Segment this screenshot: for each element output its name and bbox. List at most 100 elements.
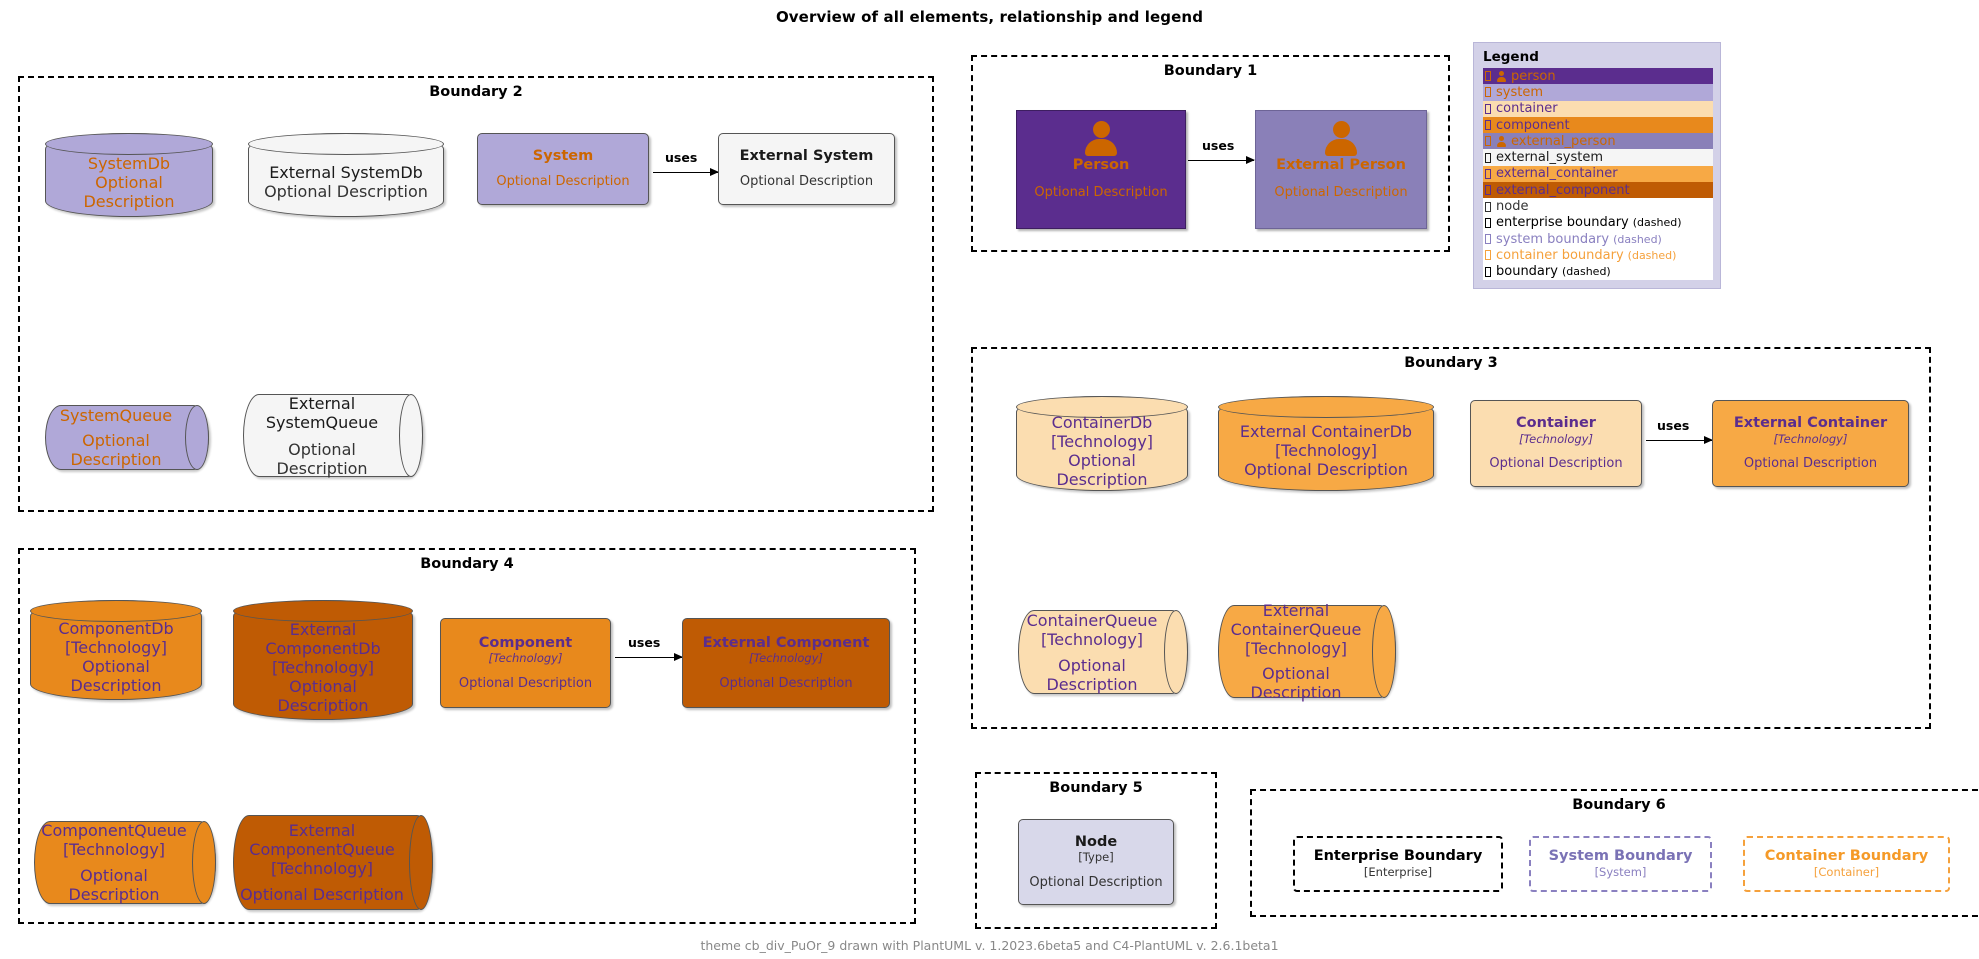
element-description: Optional Description [70, 431, 162, 469]
person-icon [1321, 121, 1361, 156]
element-enterprise-boundary[interactable]: Enterprise Boundary [Enterprise] [1293, 836, 1503, 892]
legend-item: system [1483, 84, 1713, 101]
element-external-container-queue[interactable]: External ContainerQueue [Technology] Opt… [1218, 601, 1396, 702]
element-description: Optional Description [1250, 664, 1342, 702]
tofu-glyph-icon [1485, 168, 1491, 179]
legend-item-label: component [1496, 117, 1570, 133]
element-component-db[interactable]: ComponentDb [Technology] Optional Descri… [30, 600, 202, 700]
tofu-glyph-icon [1485, 185, 1491, 196]
boundary-5-title: Boundary 5 [1049, 780, 1143, 796]
element-technology: [Type] [1078, 850, 1114, 865]
element-technology: [Technology] [488, 651, 563, 666]
element-description: Optional Description [739, 174, 874, 190]
element-description: Optional Description [1034, 185, 1168, 201]
element-name: External Person [1276, 157, 1406, 173]
diagram-canvas: Overview of all elements, relationship a… [0, 0, 1979, 959]
element-name: ContainerQueue [1026, 610, 1158, 630]
element-description: Optional Description [1029, 874, 1163, 890]
element-external-person[interactable]: External Person Optional Description [1255, 110, 1427, 229]
legend-item-label: enterprise boundary [1496, 215, 1629, 231]
relationship-person-uses-external-person [1188, 156, 1255, 164]
element-name: Container [1516, 415, 1596, 432]
element-name: External ContainerQueue [1230, 601, 1362, 639]
element-container-boundary[interactable]: Container Boundary [Container] [1743, 836, 1950, 892]
element-technology: [Technology] [271, 657, 375, 677]
legend-item-label: external_person [1511, 133, 1616, 149]
element-technology: [Technology] [749, 651, 823, 666]
element-component-queue[interactable]: ComponentQueue [Technology] Optional Des… [34, 821, 216, 904]
element-technology: [Technology] [270, 859, 374, 878]
element-name: ContainerDb [1051, 412, 1153, 432]
legend-panel: Legend person system container component ext… [1473, 42, 1721, 289]
legend-item-sublabel: (dashed) [1632, 216, 1682, 230]
tofu-glyph-icon [1485, 266, 1491, 277]
element-container-queue[interactable]: ContainerQueue [Technology] Optional Des… [1018, 610, 1188, 694]
legend-item: external_container [1483, 165, 1713, 183]
tofu-glyph-icon [1485, 201, 1491, 212]
legend-item: external_component [1483, 182, 1713, 199]
element-name: External ComponentDb [265, 619, 381, 658]
element-component[interactable]: Component [Technology] Optional Descript… [440, 618, 611, 708]
legend-title: Legend [1483, 49, 1539, 65]
element-name: System Boundary [1548, 847, 1693, 864]
element-technology: [Technology] [1519, 431, 1593, 446]
element-external-system-db[interactable]: External SystemDb Optional Description [248, 133, 444, 217]
element-system-queue[interactable]: SystemQueue Optional Description [45, 405, 209, 470]
element-system[interactable]: System Optional Description [477, 133, 649, 205]
legend-item-label: external_system [1496, 150, 1603, 166]
tofu-glyph-icon [1485, 234, 1491, 245]
element-name: Enterprise Boundary [1313, 847, 1483, 864]
legend-item-label: system [1496, 84, 1543, 100]
relationship-label: uses [1657, 418, 1690, 433]
element-person[interactable]: Person Optional Description [1016, 110, 1186, 229]
legend-item-label: external_container [1496, 166, 1618, 182]
relationship-label: uses [628, 635, 661, 650]
element-name: External Component [702, 634, 870, 651]
tofu-glyph-icon [1485, 250, 1491, 261]
page-title: Overview of all elements, relationship a… [775, 8, 1204, 26]
relationship-system-uses-external-system [653, 168, 719, 176]
diagram-footer: theme cb_div_PuOr_9 drawn with PlantUML … [700, 938, 1279, 953]
legend-rows: person system container component external_p… [1483, 68, 1713, 280]
element-external-container[interactable]: External Container [Technology] Optional… [1712, 400, 1909, 487]
legend-item-sublabel: (dashed) [1627, 248, 1677, 262]
element-node[interactable]: Node [Type] Optional Description [1018, 819, 1174, 905]
tofu-glyph-icon [1485, 120, 1491, 131]
element-name: External SystemDb [269, 163, 423, 182]
element-external-system-queue[interactable]: External SystemQueue Optional Descriptio… [243, 394, 423, 478]
element-external-container-db[interactable]: External ContainerDb [Technology] Option… [1218, 396, 1434, 491]
element-description: Optional Description [1046, 655, 1138, 694]
legend-item-label: container [1496, 101, 1558, 117]
element-external-component-queue[interactable]: External ComponentQueue [Technology] Opt… [233, 815, 433, 910]
element-name: External System [739, 148, 874, 165]
element-external-system[interactable]: External System Optional Description [718, 133, 895, 205]
relationship-container-uses-external-container [1646, 436, 1713, 444]
element-system-db[interactable]: SystemDb Optional Description [45, 133, 213, 217]
element-name: External ComponentQueue [249, 821, 395, 859]
element-technology: [Technology] [1244, 639, 1348, 658]
element-description: Optional Description [68, 866, 160, 904]
tofu-glyph-icon [1485, 87, 1491, 98]
legend-item: boundary (dashed) [1483, 263, 1713, 280]
element-system-boundary[interactable]: System Boundary [System] [1529, 836, 1712, 892]
legend-item-label: person [1511, 68, 1556, 84]
element-container-db[interactable]: ContainerDb [Technology] Optional Descri… [1016, 396, 1188, 491]
element-type: [System] [1594, 864, 1647, 879]
element-name: ComponentQueue [41, 821, 187, 840]
relationship-label: uses [1202, 138, 1235, 153]
element-name: Container Boundary [1764, 847, 1929, 864]
element-name: Person [1072, 157, 1130, 173]
relationship-component-uses-external-component [615, 653, 683, 661]
tofu-glyph-icon [1485, 71, 1491, 82]
element-container[interactable]: Container [Technology] Optional Descript… [1470, 400, 1642, 487]
legend-item: external_system [1483, 149, 1713, 166]
element-external-component[interactable]: External Component [Technology] Optional… [682, 618, 890, 708]
element-name: SystemQueue [59, 406, 173, 425]
legend-item-sublabel: (dashed) [1613, 232, 1662, 246]
element-external-component-db[interactable]: External ComponentDb [Technology] Option… [233, 600, 413, 720]
element-description: Optional Description [496, 174, 630, 190]
element-name: Node [1074, 833, 1118, 850]
tofu-glyph-icon [1485, 152, 1491, 163]
tofu-glyph-icon [1485, 136, 1491, 147]
person-icon [1081, 121, 1121, 156]
